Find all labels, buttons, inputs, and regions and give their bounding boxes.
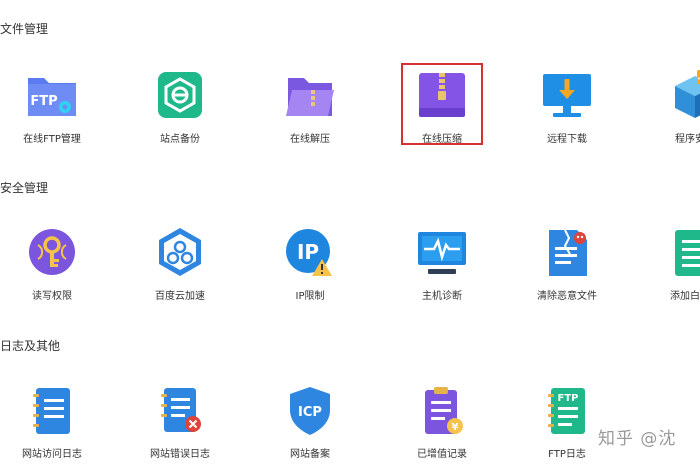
tile-label: 主机诊断 <box>422 291 462 302</box>
tile-label: 站点备份 <box>160 134 200 145</box>
site-backup-icon <box>152 70 208 122</box>
program-install-icon: </> <box>667 70 700 122</box>
tile-label: 网站错误日志 <box>150 449 210 460</box>
tile-label: 百度云加速 <box>155 291 205 302</box>
tile-label: 读写权限 <box>32 291 72 302</box>
tile-label: 网站备案 <box>290 449 330 460</box>
icp-icon-text: ICP <box>298 405 322 420</box>
value-record-clipboard-icon: ¥ <box>414 385 470 437</box>
tile-ip-restriction[interactable]: IP IP限制 <box>255 227 365 302</box>
tile-value-added-records[interactable]: ¥ 已增值记录 <box>387 385 497 460</box>
tile-site-filing[interactable]: ICP 网站备案 <box>255 385 365 460</box>
tile-site-access-log[interactable]: 网站访问日志 <box>0 385 107 460</box>
tile-baidu-cloud-acceleration[interactable]: 百度云加速 <box>125 227 235 302</box>
tile-online-ftp[interactable]: FTP 在线FTP管理 <box>0 70 107 145</box>
ftp-folder-icon: FTP <box>24 70 80 122</box>
ip-warning-icon: IP <box>282 227 338 279</box>
malicious-file-icon <box>539 227 595 279</box>
section-title-logs-and-others: 日志及其他 <box>0 339 61 353</box>
whitelist-icon <box>667 227 700 279</box>
tile-online-zip[interactable]: 在线压缩 <box>387 70 497 145</box>
unzip-folder-icon <box>282 70 338 122</box>
section-title-file-management: 文件管理 <box>0 22 49 36</box>
tile-label: 在线FTP管理 <box>23 134 81 145</box>
tile-label: 添加白名单 <box>670 291 700 302</box>
tile-label: 远程下载 <box>547 134 587 145</box>
cloud-acceleration-icon <box>152 227 208 279</box>
tile-label: 在线解压 <box>290 134 330 145</box>
tile-online-unzip[interactable]: 在线解压 <box>255 70 365 145</box>
tile-site-error-log[interactable]: 网站错误日志 <box>125 385 235 460</box>
icp-shield-icon: ICP <box>282 385 338 437</box>
tile-clean-malicious-files[interactable]: 清除恶意文件 <box>512 227 622 302</box>
download-monitor-icon <box>539 70 595 122</box>
tile-label: 程序安装 <box>675 134 700 145</box>
access-log-notebook-icon <box>24 385 80 437</box>
ftp-icon-text: FTP <box>30 94 57 109</box>
tile-remote-download[interactable]: 远程下载 <box>512 70 622 145</box>
tile-label: 清除恶意文件 <box>537 291 597 302</box>
tile-label: 在线压缩 <box>422 134 462 145</box>
ip-icon-text: IP <box>297 240 319 264</box>
ftp-log-icon-text: FTP <box>558 393 579 404</box>
host-diagnosis-icon <box>414 227 470 279</box>
key-permission-icon <box>24 227 80 279</box>
tile-site-backup[interactable]: 站点备份 <box>125 70 235 145</box>
tile-label: 已增值记录 <box>417 449 467 460</box>
svg-text:¥: ¥ <box>452 422 459 433</box>
tile-label: IP限制 <box>295 291 325 302</box>
tile-label: 网站访问日志 <box>22 449 82 460</box>
tile-program-install[interactable]: </> 程序安装 <box>640 70 700 145</box>
tile-add-whitelist[interactable]: 添加白名单 <box>640 227 700 302</box>
ftp-log-notebook-icon: FTP <box>539 385 595 437</box>
error-log-notebook-icon <box>152 385 208 437</box>
tile-read-write-permission[interactable]: 读写权限 <box>0 227 107 302</box>
section-title-security-management: 安全管理 <box>0 181 49 195</box>
tile-host-diagnosis[interactable]: 主机诊断 <box>387 227 497 302</box>
watermark: 知乎 @沈 <box>598 429 677 449</box>
zip-archive-icon <box>414 70 470 122</box>
